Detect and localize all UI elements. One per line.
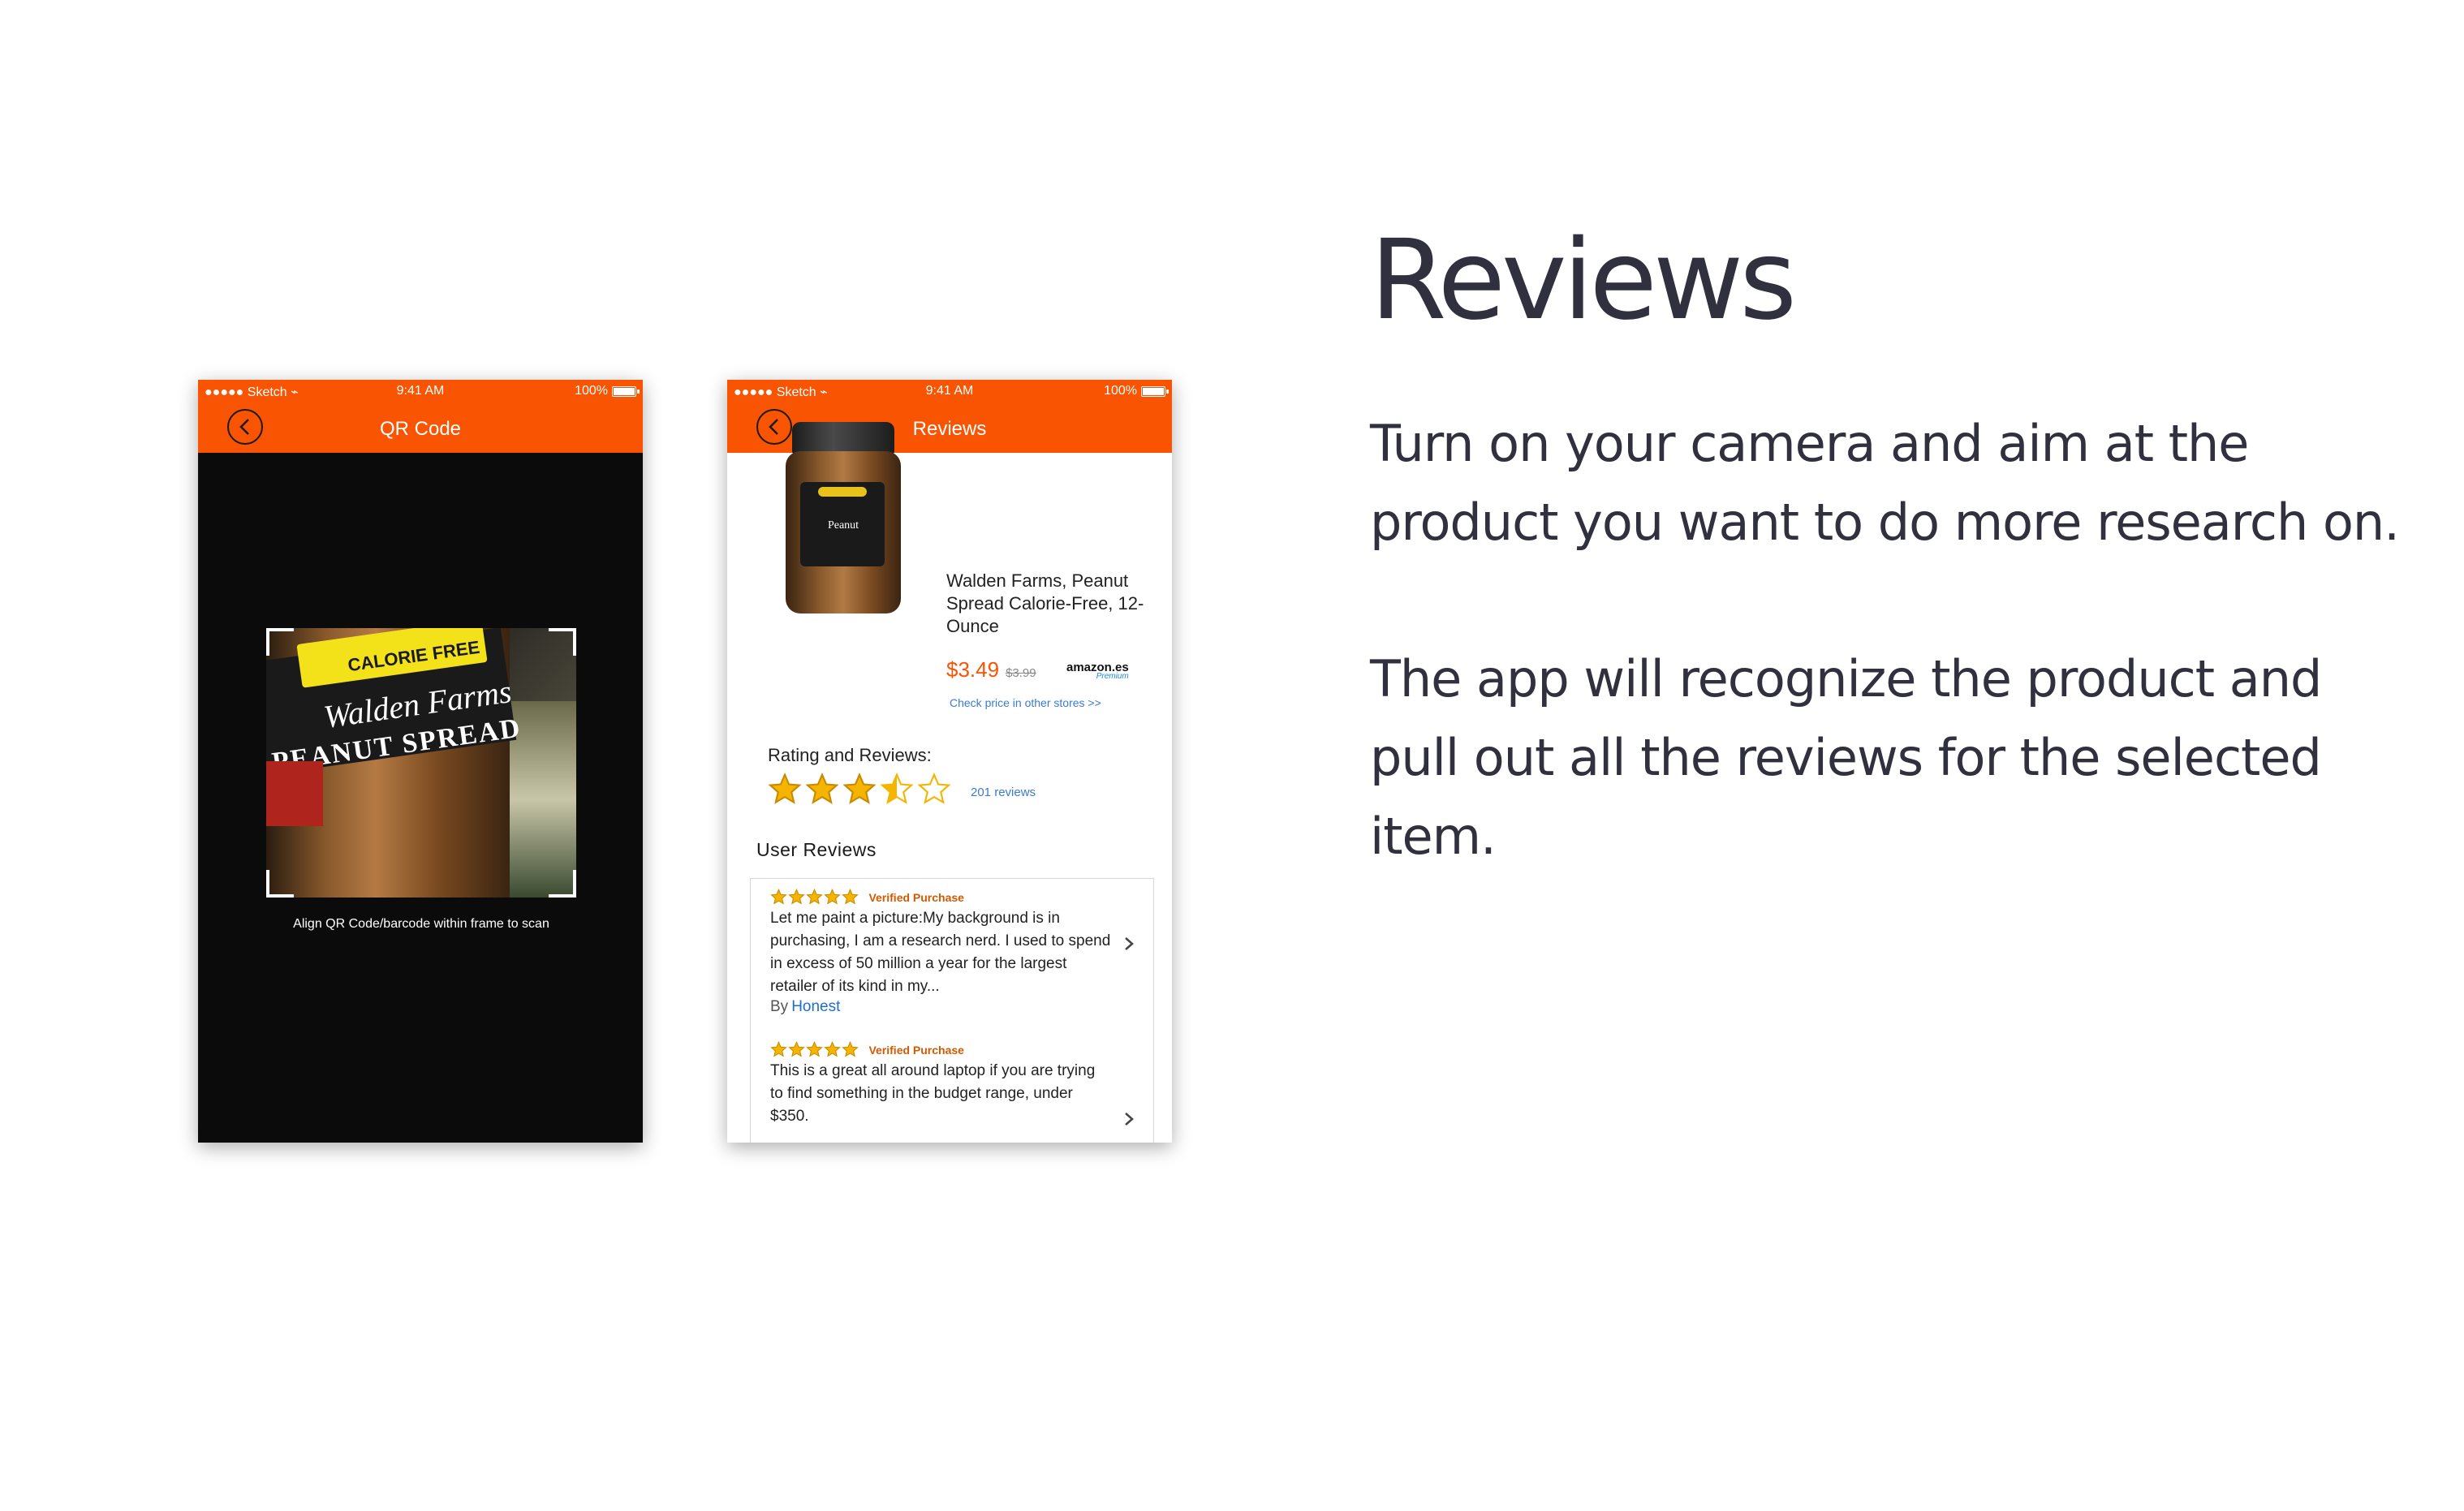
battery-icon <box>1141 385 1169 397</box>
scan-hint: Align QR Code/barcode within frame to sc… <box>293 917 549 931</box>
battery-icon <box>612 385 640 397</box>
chevron-right-icon[interactable] <box>1121 1111 1137 1127</box>
feature-paragraph-1: Turn on your camera and aim at the produ… <box>1370 414 2400 552</box>
product-name: Walden Farms, Peanut Spread Calorie-Free… <box>946 570 1144 636</box>
feature-description: Reviews Turn on your camera and aim at t… <box>1370 226 2425 876</box>
rating-label: Rating and Reviews: <box>768 745 932 765</box>
feature-title: Reviews <box>1370 217 1797 345</box>
jar-label-text: Peanut <box>827 519 859 532</box>
review-text: This is a great all around laptop if you… <box>770 1062 1096 1125</box>
product-old-price: $3.99 <box>1006 666 1036 680</box>
product-image: Peanut <box>786 422 901 617</box>
battery-indicator: 100% <box>575 384 640 398</box>
frame-corner <box>549 870 576 898</box>
nav-bar: QR Code <box>198 403 643 453</box>
star-filled-icon <box>842 773 877 804</box>
reviews-count-link[interactable]: 201 reviews <box>971 786 1036 799</box>
star-filled-icon <box>788 1041 805 1057</box>
frame-corner <box>266 870 294 898</box>
star-filled-icon <box>770 1041 787 1057</box>
star-empty-icon <box>917 773 951 804</box>
page-title: QR Code <box>379 418 462 440</box>
star-filled-icon <box>806 889 823 905</box>
verified-badge: Verified Purchase <box>868 1043 964 1057</box>
scan-frame: CALORIE FREE Walden Farms PEANUT SPREAD <box>266 628 576 898</box>
star-half-icon <box>880 773 914 804</box>
star-filled-icon <box>824 1041 841 1057</box>
review-stars <box>770 1041 859 1058</box>
camera-preview-image: CALORIE FREE Walden Farms PEANUT SPREAD <box>266 628 576 898</box>
reviews-list: Verified Purchase Let me paint a picture… <box>750 878 1154 1143</box>
check-price-link[interactable]: Check price in other stores >> <box>950 696 1101 709</box>
star-filled-icon <box>842 1041 859 1057</box>
review-stars <box>770 889 859 906</box>
scanner-phone-screen: ●●●●● Sketch ⌁ 9:41 AM 100% QR Code CALO… <box>198 380 643 1143</box>
user-reviews-heading: User Reviews <box>756 839 877 860</box>
frame-corner <box>266 628 294 656</box>
star-filled-icon <box>788 889 805 905</box>
rating-stars <box>768 773 951 807</box>
status-bar: ●●●●● Sketch ⌁ 9:41 AM 100% <box>727 380 1172 403</box>
review-byline: By Honest <box>770 998 1111 1016</box>
review-author-link[interactable]: Honest <box>791 998 840 1015</box>
price-row: $3.49 $3.99 <box>946 657 1036 682</box>
star-filled-icon <box>806 1041 823 1057</box>
review-text: Let me paint a picture:My background is … <box>770 910 1111 995</box>
store-logo: amazon.es Premium <box>1066 661 1129 681</box>
battery-percent: 100% <box>1104 384 1137 398</box>
review-item[interactable]: Verified Purchase Let me paint a picture… <box>770 889 1111 1016</box>
star-filled-icon <box>824 889 841 905</box>
product-price: $3.49 <box>946 657 1000 682</box>
reviews-phone-screen: ●●●●● Sketch ⌁ 9:41 AM 100% Reviews Pean… <box>727 380 1172 1143</box>
battery-indicator: 100% <box>1104 384 1169 398</box>
by-label: By <box>770 998 789 1015</box>
status-bar: ●●●●● Sketch ⌁ 9:41 AM 100% <box>198 380 643 403</box>
review-item[interactable]: Verified Purchase This is a great all ar… <box>770 1041 1111 1128</box>
verified-badge: Verified Purchase <box>868 890 964 904</box>
feature-paragraph-2: The app will recognize the product and p… <box>1370 649 2322 866</box>
star-filled-icon <box>805 773 839 804</box>
battery-percent: 100% <box>575 384 608 398</box>
frame-corner <box>549 628 576 656</box>
star-filled-icon <box>842 889 859 905</box>
star-filled-icon <box>770 889 787 905</box>
star-filled-icon <box>768 773 802 804</box>
chevron-right-icon[interactable] <box>1121 936 1137 952</box>
